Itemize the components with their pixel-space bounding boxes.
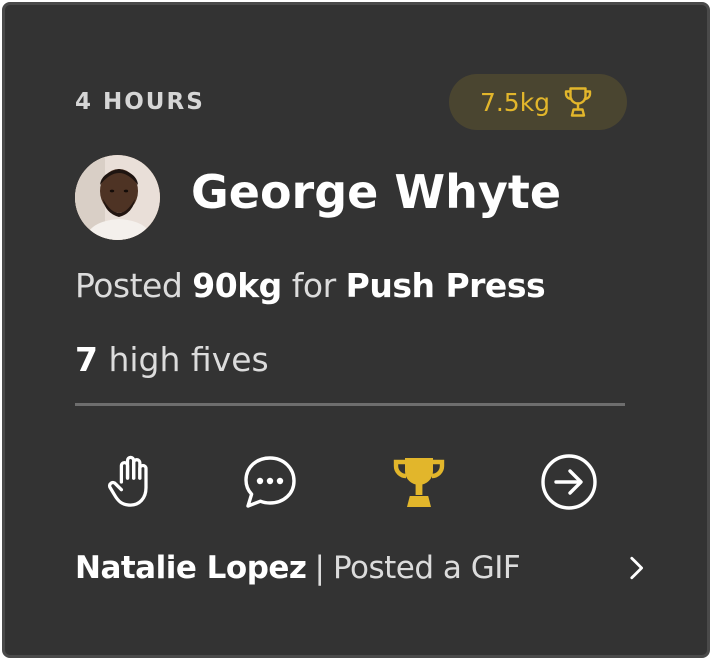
trophy-icon xyxy=(389,452,449,512)
post-summary: Posted 90kg for Push Press xyxy=(75,266,546,305)
high-five-label: high fives xyxy=(108,340,269,379)
chat-bubble-icon xyxy=(240,452,300,512)
award-button[interactable] xyxy=(384,447,454,517)
award-value: 7.5kg xyxy=(479,87,551,117)
divider xyxy=(75,403,625,406)
posted-weight: 90kg xyxy=(192,266,282,305)
avatar[interactable] xyxy=(75,155,160,240)
posted-prefix: Posted xyxy=(75,266,183,305)
high-five-number: 7 xyxy=(75,340,98,379)
share-button[interactable] xyxy=(534,447,604,517)
for-word: for xyxy=(291,266,336,305)
author-name[interactable]: George Whyte xyxy=(191,165,561,219)
high-fives-count[interactable]: 7 high fives xyxy=(75,340,269,379)
exercise-name: Push Press xyxy=(345,266,546,305)
activity-separator: | xyxy=(314,550,325,586)
post-time: 4 HOURS xyxy=(75,89,205,115)
activity-user-name: Natalie Lopez xyxy=(75,550,307,586)
high-five-button[interactable] xyxy=(96,447,166,517)
post-card: 4 HOURS 7.5kg George Whyte Posted 90kg f… xyxy=(2,2,710,658)
award-badge[interactable]: 7.5kg xyxy=(449,74,627,130)
hand-icon xyxy=(106,453,156,511)
activity-description: Posted a GIF xyxy=(332,550,521,586)
trophy-outline-icon xyxy=(560,84,596,120)
activity-row[interactable]: Natalie Lopez | Posted a GIF xyxy=(75,546,655,590)
chevron-right-icon xyxy=(627,554,645,586)
comment-button[interactable] xyxy=(235,447,305,517)
arrow-circle-icon xyxy=(539,452,599,512)
